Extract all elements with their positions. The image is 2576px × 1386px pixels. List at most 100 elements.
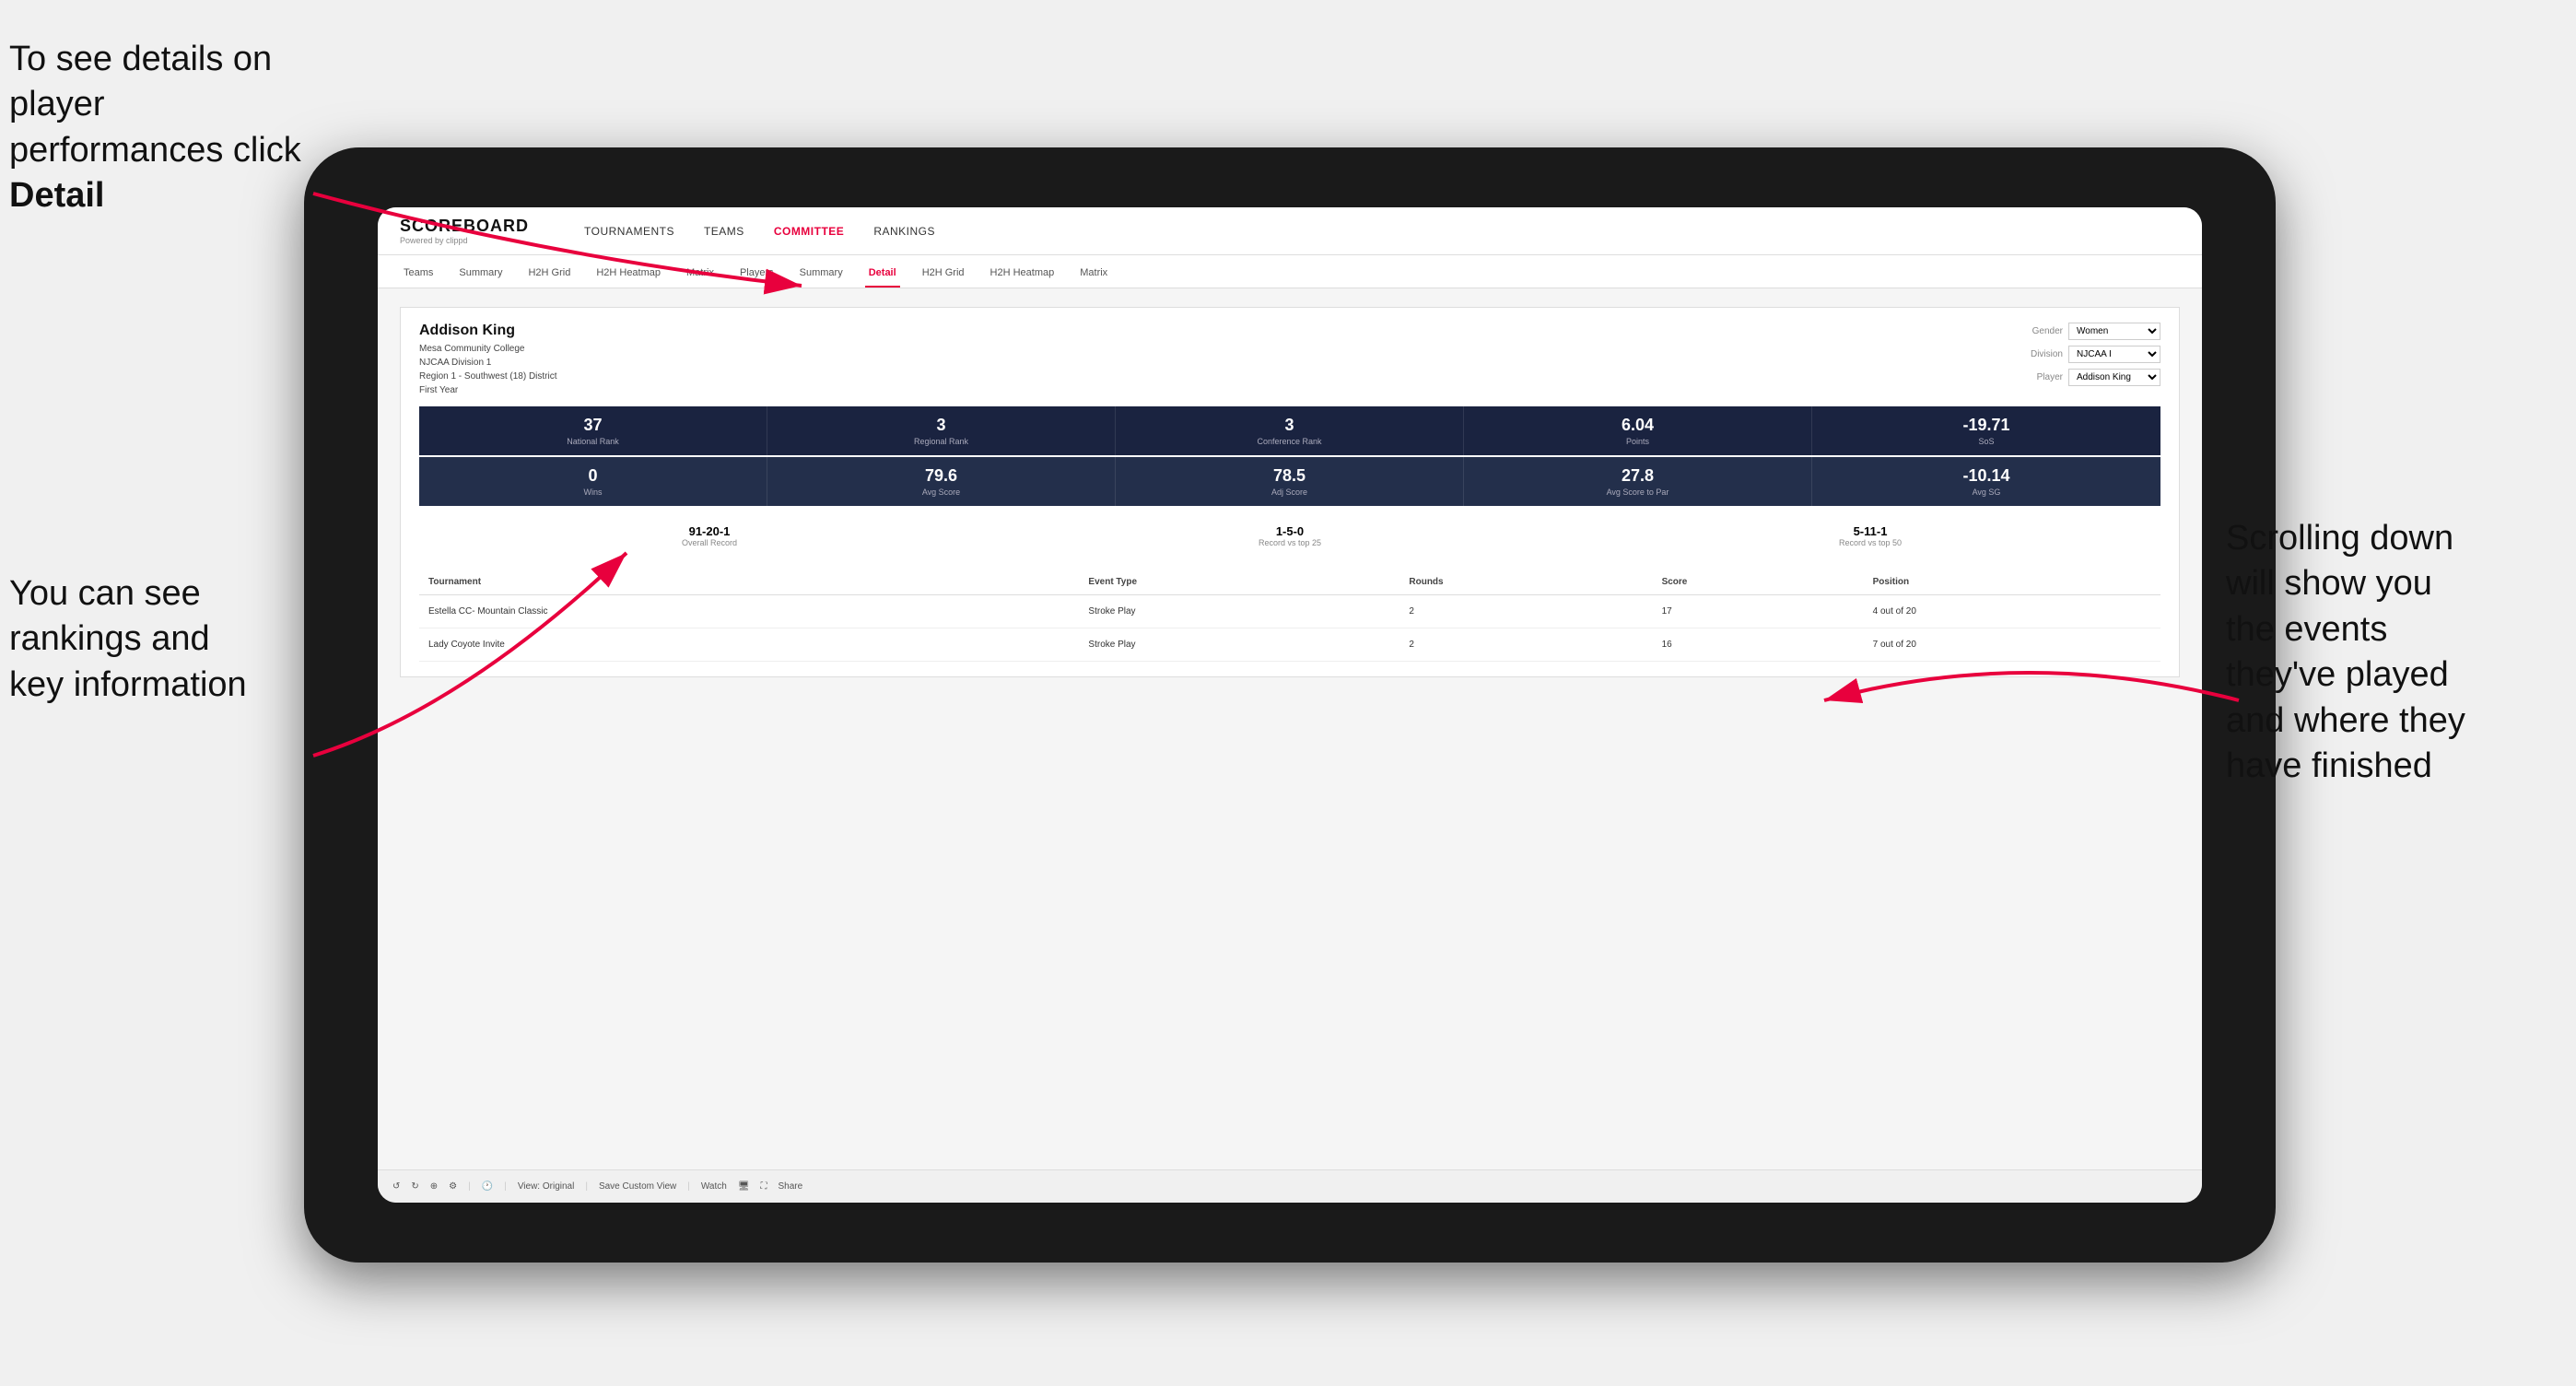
tab-summary2[interactable]: Summary [796, 260, 847, 288]
ann-r-6: have finished [2226, 746, 2432, 785]
stat-avg-score: 79.6 Avg Score [767, 457, 1116, 506]
row2-event-type: Stroke Play [1079, 628, 1399, 662]
player-row: Player Addison King [2012, 369, 2160, 386]
annotation-bottom-left: You can see rankings and key information [9, 571, 313, 708]
tab-h2h-heatmap[interactable]: H2H Heatmap [592, 260, 664, 288]
gender-row: Gender Women [2012, 323, 2160, 340]
logo-area: SCOREBOARD Powered by clippd [400, 217, 529, 245]
stat-adj-score-label: Adj Score [1123, 487, 1456, 497]
player-select[interactable]: Addison King [2068, 369, 2160, 386]
tab-teams[interactable]: Teams [400, 260, 437, 288]
stat-national-rank-label: National Rank [427, 437, 759, 446]
stat-sos-label: SoS [1820, 437, 2153, 446]
stat-regional-rank-value: 3 [775, 416, 1107, 435]
tablet-frame: SCOREBOARD Powered by clippd TOURNAMENTS… [304, 147, 2276, 1263]
player-info-right: Gender Women Division NJCAA I [2012, 323, 2160, 386]
tab-h2h-grid[interactable]: H2H Grid [524, 260, 574, 288]
row1-rounds: 2 [1399, 595, 1652, 628]
ann-top-left-text: To see details on player performances cl… [9, 40, 301, 170]
bottom-toolbar: ↺ ↻ ⊕ ⚙ | 🕐 | View: Original | Save Cust… [378, 1169, 2202, 1203]
row2-position: 7 out of 20 [1864, 628, 2160, 662]
top25-record-label: Record vs top 25 [1000, 538, 1580, 547]
tab-summary[interactable]: Summary [455, 260, 506, 288]
division-select[interactable]: NJCAA I [2068, 346, 2160, 363]
row1-score: 17 [1653, 595, 1864, 628]
stat-avg-to-par-value: 27.8 [1471, 466, 1804, 486]
zoom-btn[interactable]: ⊕ [430, 1181, 438, 1192]
stat-avg-sg-value: -10.14 [1820, 466, 2153, 486]
tab-h2h-grid2[interactable]: H2H Grid [919, 260, 968, 288]
undo-btn[interactable]: ↺ [392, 1181, 400, 1192]
nav-links: TOURNAMENTS TEAMS COMMITTEE RANKINGS [584, 225, 935, 238]
records-row: 91-20-1 Overall Record 1-5-0 Record vs t… [419, 517, 2160, 555]
tab-matrix2[interactable]: Matrix [1076, 260, 1111, 288]
overall-record: 91-20-1 Overall Record [419, 524, 1000, 547]
ann-bl-2: rankings and [9, 619, 210, 658]
col-rounds: Rounds [1399, 570, 1652, 595]
stat-national-rank-value: 37 [427, 416, 759, 435]
overall-record-value: 91-20-1 [419, 524, 1000, 538]
row1-tournament: Estella CC- Mountain Classic [419, 595, 1079, 628]
top25-record: 1-5-0 Record vs top 25 [1000, 524, 1580, 547]
stat-wins-value: 0 [427, 466, 759, 486]
col-position: Position [1864, 570, 2160, 595]
stat-national-rank: 37 National Rank [419, 406, 767, 455]
stat-avg-sg-label: Avg SG [1820, 487, 2153, 497]
nav-rankings[interactable]: RANKINGS [873, 225, 935, 238]
annotation-top-left: To see details on player performances cl… [9, 37, 322, 219]
tab-detail[interactable]: Detail [865, 260, 900, 288]
player-label: Player [2012, 372, 2063, 382]
sep1: | [468, 1181, 471, 1192]
tab-h2h-heatmap2[interactable]: H2H Heatmap [987, 260, 1059, 288]
player-name: Addison King [419, 323, 557, 339]
monitor-btn[interactable]: 🖥 [738, 1181, 750, 1192]
logo-title: SCOREBOARD [400, 217, 529, 236]
content-area: Addison King Mesa Community College NJCA… [378, 288, 2202, 1169]
ann-bl-1: You can see [9, 574, 201, 613]
overall-record-label: Overall Record [419, 538, 1000, 547]
top50-record-label: Record vs top 50 [1580, 538, 2160, 547]
division-row: Division NJCAA I [2012, 346, 2160, 363]
nav-committee[interactable]: COMMITTEE [774, 225, 845, 238]
col-score: Score [1653, 570, 1864, 595]
sep4: | [687, 1181, 690, 1192]
player-info-left: Addison King Mesa Community College NJCA… [419, 323, 557, 397]
stat-regional-rank: 3 Regional Rank [767, 406, 1116, 455]
stat-sos-value: -19.71 [1820, 416, 2153, 435]
tab-matrix[interactable]: Matrix [683, 260, 718, 288]
ann-top-left-bold: Detail [9, 176, 104, 215]
gender-label: Gender [2012, 326, 2063, 336]
nav-teams[interactable]: TEAMS [704, 225, 744, 238]
top-nav: SCOREBOARD Powered by clippd TOURNAMENTS… [378, 207, 2202, 255]
row2-score: 16 [1653, 628, 1864, 662]
ann-r-5: and where they [2226, 701, 2465, 740]
stat-points-label: Points [1471, 437, 1804, 446]
nav-tournaments[interactable]: TOURNAMENTS [584, 225, 674, 238]
stat-adj-score-value: 78.5 [1123, 466, 1456, 486]
col-event-type: Event Type [1079, 570, 1399, 595]
tournament-table: Tournament Event Type Rounds Score Posit… [419, 570, 2160, 662]
tab-players[interactable]: Players [736, 260, 778, 288]
ann-r-2: will show you [2226, 564, 2432, 603]
stat-conference-rank-label: Conference Rank [1123, 437, 1456, 446]
sep2: | [504, 1181, 507, 1192]
clock-btn[interactable]: 🕐 [482, 1181, 493, 1192]
stat-wins-label: Wins [427, 487, 759, 497]
player-header: Addison King Mesa Community College NJCA… [419, 323, 2160, 397]
row1-event-type: Stroke Play [1079, 595, 1399, 628]
gender-select[interactable]: Women [2068, 323, 2160, 340]
stat-avg-score-label: Avg Score [775, 487, 1107, 497]
save-custom-btn[interactable]: Save Custom View [599, 1181, 676, 1192]
expand-btn[interactable]: ⛶ [761, 1181, 767, 1192]
share-btn[interactable]: Share [779, 1181, 803, 1192]
top25-record-value: 1-5-0 [1000, 524, 1580, 538]
stat-conference-rank-value: 3 [1123, 416, 1456, 435]
settings-btn[interactable]: ⚙ [449, 1181, 457, 1192]
stat-conference-rank: 3 Conference Rank [1116, 406, 1464, 455]
view-original-btn[interactable]: View: Original [518, 1181, 575, 1192]
row2-tournament: Lady Coyote Invite [419, 628, 1079, 662]
stat-adj-score: 78.5 Adj Score [1116, 457, 1464, 506]
redo-btn[interactable]: ↻ [411, 1181, 418, 1192]
stat-wins: 0 Wins [419, 457, 767, 506]
watch-btn[interactable]: Watch [701, 1181, 727, 1192]
